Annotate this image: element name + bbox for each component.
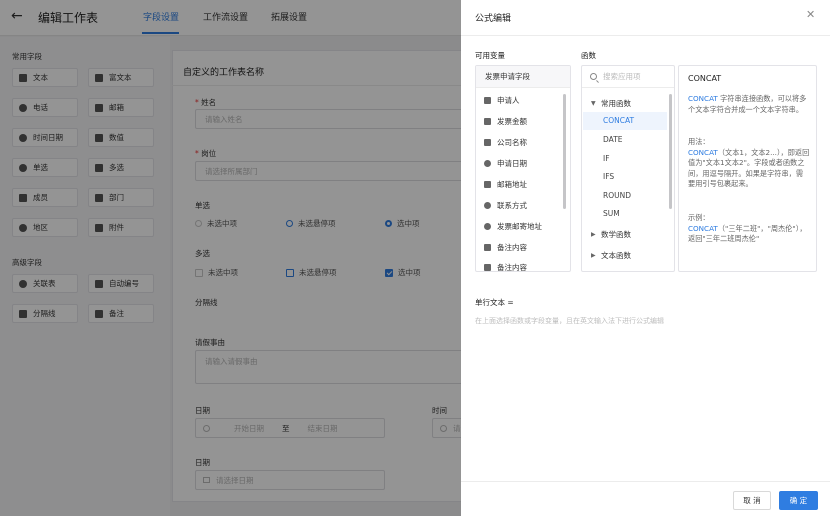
func-item-if[interactable]: IF — [603, 154, 610, 163]
func-group-common[interactable]: ▼ 常用函数 — [582, 98, 631, 109]
close-icon[interactable]: ✕ — [806, 9, 815, 21]
confirm-button[interactable]: 确 定 — [779, 491, 818, 510]
drawer-title: 公式编辑 — [475, 14, 512, 24]
variables-panel: 发票申请字段 申请人 发票金额 公司名称 申请日期 邮箱地址 联系方式 发票邮寄… — [475, 65, 571, 272]
desc-title: CONCAT — [688, 74, 722, 83]
phone-icon — [484, 202, 491, 209]
function-search-input[interactable]: 搜索应用项 — [582, 66, 674, 88]
var-item[interactable]: 公司名称 — [484, 137, 527, 148]
var-item[interactable]: 备注内容 — [484, 242, 527, 253]
search-icon — [590, 73, 597, 80]
drawer-footer-divider — [461, 481, 830, 482]
func-item-concat[interactable]: CONCAT — [603, 116, 634, 125]
desc-example: 示例： CONCAT（"三年二班"，"周杰伦"），返回"三年二班周杰伦" — [688, 213, 807, 243]
note-icon — [484, 244, 491, 251]
modal-overlay[interactable] — [0, 0, 461, 516]
var-item[interactable]: 申请人 — [484, 95, 520, 106]
caret-right-icon: ▶ — [591, 252, 596, 259]
formula-label: 单行文本 = — [475, 298, 514, 307]
var-item[interactable]: 联系方式 — [484, 200, 527, 211]
caret-down-icon: ▼ — [591, 100, 596, 107]
var-item[interactable]: 发票金额 — [484, 116, 527, 127]
func-group-math[interactable]: ▶ 数学函数 — [582, 229, 631, 240]
var-item[interactable]: 备注内容 — [484, 262, 527, 271]
user-icon — [484, 97, 491, 104]
text-icon — [484, 139, 491, 146]
mail-icon — [484, 181, 491, 188]
number-icon — [484, 118, 491, 125]
formula-editor[interactable]: 在上面选择函数或字段变量，且在英文输入法下进行公式编辑 — [475, 316, 664, 326]
funcs-scrollbar[interactable] — [669, 94, 672, 209]
function-description-panel: CONCAT CONCAT 字符串连接函数，可以将多个文本字符合并成一个文本字符… — [678, 65, 817, 272]
cancel-button[interactable]: 取 消 — [733, 491, 771, 510]
func-item-sum[interactable]: SUM — [603, 209, 620, 218]
func-item-round[interactable]: ROUND — [603, 191, 631, 200]
clock-icon — [484, 160, 491, 167]
desc-summary: CONCAT 字符串连接函数，可以将多个文本字符合并成一个文本字符串。 — [688, 94, 807, 114]
location-icon — [484, 223, 491, 230]
note-icon — [484, 264, 491, 271]
func-item-ifs[interactable]: IFS — [603, 172, 614, 181]
vars-scrollbar[interactable] — [563, 94, 566, 209]
var-item[interactable]: 邮箱地址 — [484, 179, 527, 190]
desc-usage: 用法： CONCAT（文本1，文本2...），即返回值为"文本1文本2"。字段或者… — [688, 137, 810, 188]
functions-panel: 搜索应用项 ▼ 常用函数 CONCAT DATE IF IFS ROUND SUM… — [581, 65, 675, 272]
var-item[interactable]: 申请日期 — [484, 158, 527, 169]
var-item[interactable]: 发票邮寄地址 — [484, 221, 542, 232]
funcs-heading: 函数 — [581, 51, 596, 60]
vars-heading: 可用变量 — [475, 51, 505, 60]
vars-group-header[interactable]: 发票申请字段 — [476, 66, 570, 88]
func-item-date[interactable]: DATE — [603, 135, 623, 144]
drawer-header-divider — [461, 35, 830, 36]
func-group-text[interactable]: ▶ 文本函数 — [582, 250, 631, 261]
caret-right-icon: ▶ — [591, 231, 596, 238]
